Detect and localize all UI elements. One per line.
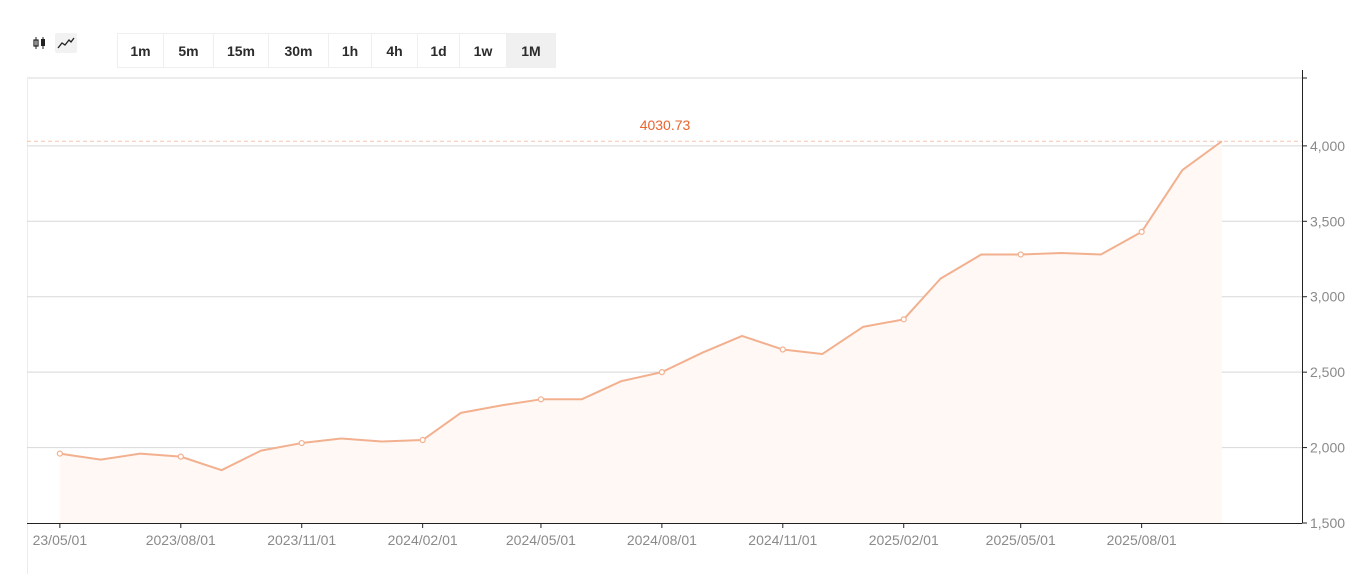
y-tick-label: 2,000 xyxy=(1310,440,1345,456)
data-point xyxy=(56,450,63,457)
x-tick-label: 2024/05/01 xyxy=(506,532,576,548)
y-tick-label: 4,000 xyxy=(1310,138,1345,154)
x-tick-label: 23/05/01 xyxy=(33,532,88,548)
x-tick-label: 2024/11/01 xyxy=(748,532,817,548)
price-chart: 4030.73 1,500 2,000 2,500 3,000 3,500 4,000 23/… xyxy=(0,0,1369,574)
data-point xyxy=(1017,251,1024,258)
y-tick-label: 3,500 xyxy=(1310,213,1345,229)
data-point xyxy=(419,436,426,444)
x-tick-label: 2024/02/01 xyxy=(388,532,458,548)
x-tick-label: 2024/08/01 xyxy=(627,532,697,548)
data-point xyxy=(900,316,907,323)
data-point xyxy=(537,396,545,403)
x-tick-label: 2023/11/01 xyxy=(267,532,336,548)
data-point xyxy=(177,453,184,460)
x-tick-label: 2023/08/01 xyxy=(146,532,216,548)
x-tick-label: 2025/08/01 xyxy=(1107,532,1177,548)
x-tick-label: 2025/02/01 xyxy=(869,532,939,548)
x-tick-label: 2025/05/01 xyxy=(986,532,1056,548)
y-tick-label: 2,500 xyxy=(1310,364,1345,380)
price-chart-svg: 4030.73 1,500 2,000 2,500 3,000 3,500 4,000 23/… xyxy=(27,70,1345,574)
y-tick-label: 3,000 xyxy=(1310,289,1345,305)
current-price-label: 4030.73 xyxy=(640,117,691,133)
price-area xyxy=(59,141,1222,523)
data-point xyxy=(298,439,305,447)
data-point xyxy=(1138,228,1145,235)
data-point xyxy=(658,369,665,376)
y-tick-label: 1,500 xyxy=(1310,515,1345,531)
data-point xyxy=(779,346,786,353)
